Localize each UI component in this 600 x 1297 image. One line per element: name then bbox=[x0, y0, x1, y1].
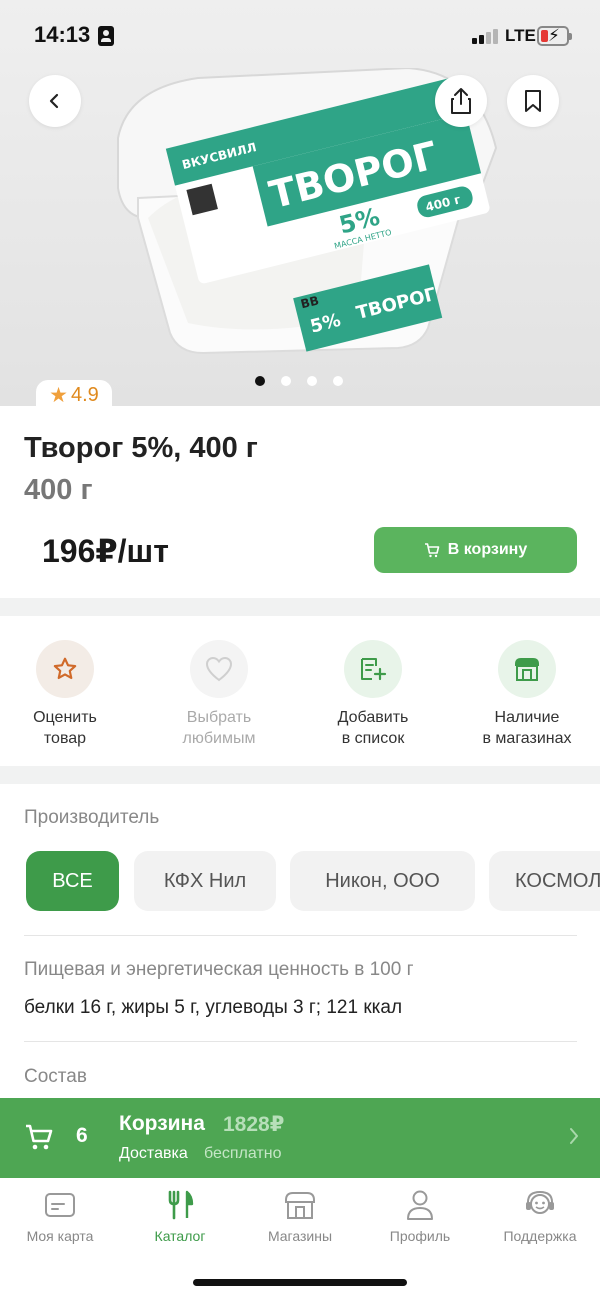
store-icon bbox=[285, 1192, 315, 1219]
share-icon bbox=[451, 88, 471, 114]
status-time: 14:13 bbox=[34, 22, 91, 47]
manufacturer-chip[interactable]: КФХ Нил bbox=[134, 851, 276, 911]
status-bar: 14:13 LTE ⚡ bbox=[0, 0, 600, 72]
cart-icon bbox=[424, 543, 440, 558]
favorite-circle[interactable] bbox=[190, 640, 248, 698]
tab-label: Каталог bbox=[154, 1228, 206, 1244]
profile-icon bbox=[407, 1190, 433, 1220]
basket-sum: 1828₽ bbox=[223, 1113, 285, 1136]
favorite-label-1: Выбрать bbox=[186, 709, 252, 726]
details-card bbox=[0, 784, 600, 1098]
back-button[interactable] bbox=[29, 75, 81, 127]
composition-label: Состав bbox=[24, 1066, 87, 1087]
basket-title: Корзина bbox=[119, 1112, 205, 1135]
chevron-right-icon bbox=[570, 1128, 578, 1144]
tab-label: Моя карта bbox=[26, 1228, 94, 1244]
star-icon bbox=[53, 657, 77, 680]
add-to-list-circle[interactable] bbox=[344, 640, 402, 698]
add-to-list-label-2: в список bbox=[341, 730, 405, 747]
tab-my-card[interactable]: Моя карта bbox=[0, 1188, 120, 1244]
store-label-2: в магазинах bbox=[482, 730, 572, 747]
tab-profile[interactable]: Профиль bbox=[360, 1188, 480, 1244]
tab-label: Магазины bbox=[267, 1228, 333, 1244]
rate-label-1: Оценить bbox=[33, 709, 97, 726]
manufacturer-chip[interactable]: КОСМОЛ bbox=[489, 851, 600, 911]
tab-label: Поддержка bbox=[503, 1228, 577, 1244]
manufacturer-chip-all[interactable]: ВСЕ bbox=[26, 851, 119, 911]
rate-product-circle[interactable] bbox=[36, 640, 94, 698]
share-button[interactable] bbox=[435, 75, 487, 127]
add-to-cart-label: В корзину bbox=[447, 541, 528, 558]
support-icon bbox=[526, 1190, 554, 1214]
add-to-cart-button[interactable]: В корзину bbox=[374, 527, 577, 573]
star-icon: ★ bbox=[49, 383, 68, 407]
basket-bar[interactable]: 6 Корзина 1828₽ Доставка бесплатно bbox=[0, 1098, 600, 1178]
gallery-pagination[interactable] bbox=[255, 376, 343, 386]
gallery-dot[interactable] bbox=[333, 376, 343, 386]
bookmark-button[interactable] bbox=[507, 75, 559, 127]
store-availability-circle[interactable] bbox=[498, 640, 556, 698]
gallery-dot[interactable] bbox=[307, 376, 317, 386]
tab-catalog[interactable]: Каталог bbox=[120, 1188, 240, 1244]
manufacturer-chip[interactable]: Никон, ООО bbox=[290, 851, 475, 911]
heart-icon bbox=[205, 656, 233, 682]
battery-icon: ⚡ bbox=[537, 26, 572, 46]
chevron-left-icon bbox=[49, 93, 59, 109]
rate-product-action[interactable]: Оценить товар bbox=[0, 640, 140, 749]
nutrition-value: белки 16 г, жиры 5 г, углеводы 3 г; 121 … bbox=[24, 997, 403, 1018]
product-title: Творог 5%, 400 г bbox=[24, 432, 258, 464]
divider bbox=[24, 935, 577, 936]
tab-label: Профиль bbox=[389, 1228, 451, 1244]
basket-count: 6 bbox=[76, 1124, 88, 1147]
card-icon bbox=[45, 1193, 75, 1217]
bookmark-icon bbox=[525, 90, 541, 112]
add-to-list-label-1: Добавить bbox=[337, 709, 409, 726]
network-type: LTE bbox=[505, 26, 536, 45]
add-to-list-icon bbox=[361, 658, 387, 681]
cart-icon bbox=[26, 1124, 53, 1150]
manufacturer-label: Производитель bbox=[24, 807, 160, 828]
signal-icon bbox=[472, 28, 502, 44]
product-price: 196₽/шт bbox=[42, 533, 169, 569]
gallery-dot[interactable] bbox=[281, 376, 291, 386]
store-icon bbox=[515, 658, 539, 681]
rating-value: 4.9 bbox=[71, 383, 99, 406]
add-to-list-action[interactable]: Добавить в список bbox=[298, 640, 448, 749]
delivery-value: бесплатно bbox=[204, 1145, 282, 1162]
home-indicator bbox=[193, 1279, 407, 1286]
nutrition-label: Пищевая и энергетическая ценность в 100 … bbox=[24, 959, 414, 980]
gallery-dot[interactable] bbox=[255, 376, 265, 386]
favorite-action[interactable]: Выбрать любимым bbox=[144, 640, 294, 749]
store-availability-action[interactable]: Наличие в магазинах bbox=[452, 640, 600, 749]
divider bbox=[24, 1041, 577, 1042]
product-weight: 400 г bbox=[24, 474, 93, 506]
tab-stores[interactable]: Магазины bbox=[240, 1188, 360, 1244]
fork-knife-icon bbox=[168, 1190, 194, 1220]
store-label-1: Наличие bbox=[494, 709, 560, 726]
rate-label-2: товар bbox=[43, 730, 87, 747]
rating-badge[interactable]: ★ 4.9 bbox=[36, 380, 112, 410]
tab-support[interactable]: Поддержка bbox=[480, 1188, 600, 1244]
person-id-icon bbox=[98, 26, 114, 46]
favorite-label-2: любимым bbox=[182, 730, 256, 747]
delivery-label: Доставка bbox=[119, 1145, 188, 1162]
